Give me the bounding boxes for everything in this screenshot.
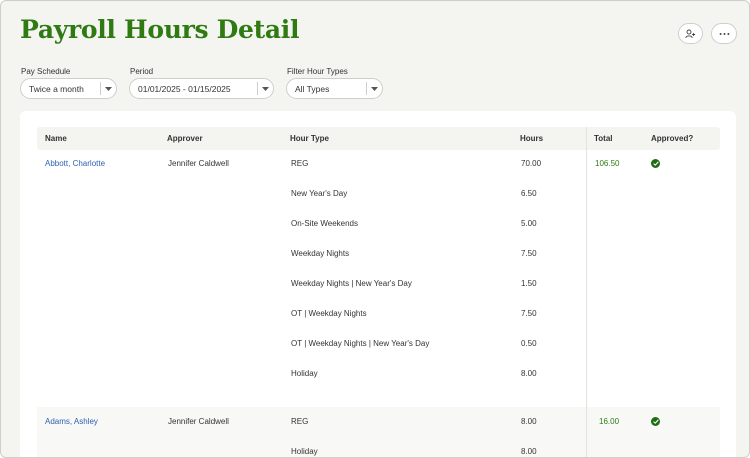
hours-value: 7.50 [521, 309, 537, 318]
hours-value: 6.50 [521, 189, 537, 198]
hours-value: 5.00 [521, 219, 537, 228]
hours-value: 1.50 [521, 279, 537, 288]
chevron-down-icon [100, 82, 116, 95]
approved-check-icon [651, 159, 660, 168]
hour-type: Weekday Nights [291, 249, 350, 258]
hour-type: New Year's Day [291, 189, 348, 198]
hours-value: 0.50 [521, 339, 537, 348]
hours-value: 7.50 [521, 249, 537, 258]
column-total: Total [594, 134, 613, 143]
approver-name: Jennifer Caldwell [168, 417, 229, 426]
app-window: Payroll Hours Detail Pay Schedule Twice … [0, 0, 750, 458]
table-row-background [37, 407, 720, 457]
hour-type: Holiday [291, 369, 318, 378]
hour-type: OT | Weekday Nights | New Year's Day [291, 339, 430, 348]
column-approver: Approver [167, 134, 203, 143]
chevron-down-icon [366, 82, 382, 95]
hour-type: Holiday [291, 447, 318, 456]
total-hours: 106.50 [595, 159, 620, 168]
table-header: Name Approver Hour Type Hours Total Appr… [37, 127, 720, 150]
approver-name: Jennifer Caldwell [168, 159, 229, 168]
hour-types-value: All Types [295, 83, 330, 94]
hours-value: 8.00 [521, 417, 537, 426]
column-approved: Approved? [651, 134, 694, 143]
column-hour-type: Hour Type [290, 134, 329, 143]
total-hours: 16.00 [599, 417, 620, 426]
hours-value: 70.00 [521, 159, 542, 168]
hour-type: Weekday Nights | New Year's Day [291, 279, 412, 288]
pay-schedule-select[interactable]: Twice a month [20, 78, 117, 99]
hour-type: On-Site Weekends [291, 219, 358, 228]
chevron-down-icon [257, 82, 273, 95]
period-select[interactable]: 01/01/2025 - 01/15/2025 [129, 78, 274, 99]
more-options-button[interactable] [711, 23, 737, 44]
person-add-icon [685, 29, 696, 38]
period-value: 01/01/2025 - 01/15/2025 [138, 83, 231, 94]
pay-schedule-value: Twice a month [29, 83, 84, 94]
add-user-button[interactable] [678, 23, 703, 44]
hours-table: Name Approver Hour Type Hours Total Appr… [20, 111, 736, 457]
page-title: Payroll Hours Detail [20, 15, 300, 44]
column-hours: Hours [520, 134, 544, 143]
hour-type: REG [291, 417, 309, 426]
column-name: Name [45, 134, 67, 143]
employee-name-link[interactable]: Abbott, Charlotte [45, 159, 105, 168]
employee-name-link[interactable]: Adams, Ashley [45, 417, 98, 426]
more-icon [719, 32, 729, 35]
period-label: Period [130, 67, 154, 76]
column-divider [586, 127, 587, 457]
approved-check-icon [651, 417, 660, 426]
hours-value: 8.00 [521, 369, 537, 378]
hour-types-label: Filter Hour Types [287, 67, 348, 76]
hour-type: OT | Weekday Nights [291, 309, 367, 318]
hour-type: REG [291, 159, 309, 168]
hours-value: 8.00 [521, 447, 537, 456]
hour-types-select[interactable]: All Types [286, 78, 383, 99]
pay-schedule-label: Pay Schedule [21, 67, 71, 76]
